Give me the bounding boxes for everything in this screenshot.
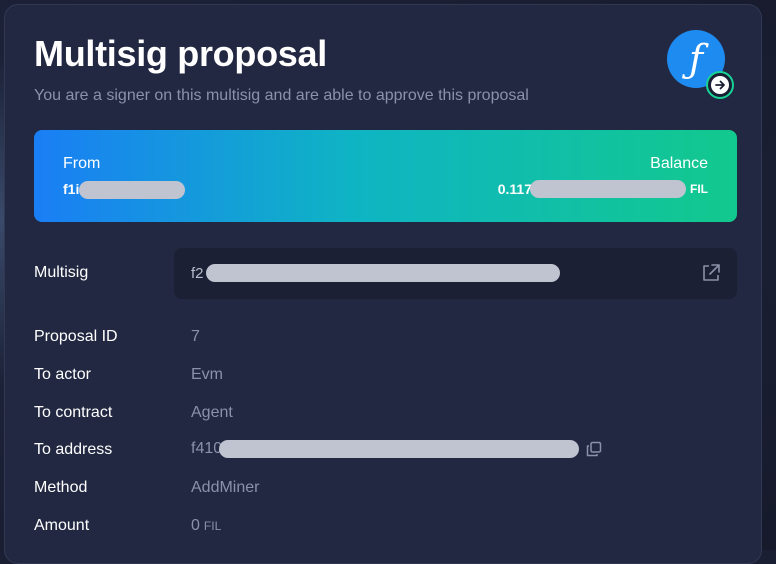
- from-balance-banner: From f1i Balance 0.117 FIL: [34, 130, 737, 222]
- proposal-id-label: Proposal ID: [34, 328, 118, 346]
- to-address-label: To address: [34, 441, 112, 459]
- proposal-id-value: 7: [191, 328, 200, 346]
- redacted-from-address: [79, 181, 185, 199]
- multisig-address-box: f2: [174, 248, 737, 299]
- method-label: Method: [34, 479, 87, 497]
- page-subtitle: You are a signer on this multisig and ar…: [34, 87, 529, 105]
- arrow-right-icon[interactable]: [706, 71, 734, 99]
- to-contract-value: Agent: [191, 404, 233, 422]
- amount-value: 0: [191, 517, 200, 534]
- to-address-value: f410: [191, 440, 222, 458]
- redacted-balance: [530, 180, 686, 198]
- external-link-icon[interactable]: [700, 262, 722, 284]
- from-label: From: [63, 155, 100, 173]
- to-actor-value: Evm: [191, 366, 223, 384]
- balance-value: 0.117: [498, 181, 532, 197]
- amount-label: Amount: [34, 517, 89, 535]
- multisig-address-value: f2: [191, 265, 204, 282]
- balance-label: Balance: [650, 155, 708, 173]
- amount: 0 FIL: [191, 517, 221, 535]
- balance-value-row: 0.117 FIL: [498, 180, 708, 198]
- method-value: AddMiner: [191, 479, 259, 497]
- to-contract-label: To contract: [34, 404, 112, 422]
- redacted-to-address: [219, 440, 579, 458]
- balance-unit: FIL: [690, 182, 708, 196]
- from-address: f1i: [63, 181, 185, 199]
- to-actor-label: To actor: [34, 366, 91, 384]
- page-title: Multisig proposal: [34, 33, 327, 75]
- copy-icon[interactable]: [585, 440, 603, 458]
- multisig-label: Multisig: [34, 264, 88, 282]
- multisig-address: f2: [191, 264, 560, 282]
- to-address: f410: [191, 440, 603, 458]
- proposal-card: Multisig proposal You are a signer on th…: [4, 4, 762, 564]
- from-address-value: f1i: [63, 181, 79, 197]
- amount-unit: FIL: [204, 519, 221, 533]
- redacted-multisig-address: [206, 264, 560, 282]
